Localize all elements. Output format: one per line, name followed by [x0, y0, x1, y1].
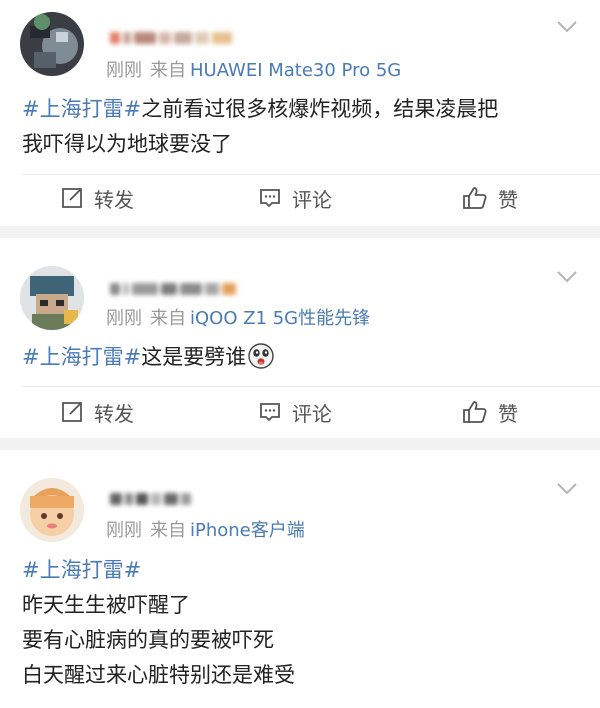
post-meta: 刚刚 来自 iPhone客户端 [106, 516, 305, 542]
repost-icon [62, 188, 82, 208]
post-time: 刚刚 [106, 520, 142, 541]
post-body: 昨天生生被吓醒了 要有心脏病的真的要被吓死 白天醒过来心脏特别还是难受 [22, 593, 295, 687]
thumbs-up-icon [463, 187, 487, 209]
repost-button[interactable]: 转发 [60, 178, 134, 218]
comment-button[interactable]: 评论 [258, 178, 332, 218]
comment-label: 评论 [292, 401, 332, 426]
post-meta: 刚刚 来自 iQOO Z1 5G性能先锋 [106, 304, 370, 330]
post-meta: 刚刚 来自 HUAWEI Mate30 Pro 5G [106, 56, 401, 82]
like-button[interactable]: 赞 [462, 178, 518, 218]
like-button[interactable]: 赞 [462, 392, 518, 432]
chevron-down-icon[interactable] [556, 270, 578, 284]
comment-label: 评论 [292, 187, 332, 212]
avatar[interactable] [20, 12, 84, 76]
username-blurred[interactable] [110, 489, 191, 509]
source-prefix: 来自 [150, 60, 186, 81]
thumbs-up-icon [463, 401, 487, 423]
device-link[interactable]: HUAWEI Mate30 Pro 5G [190, 60, 401, 81]
username-blurred[interactable] [110, 279, 236, 299]
device-link[interactable]: iPhone客户端 [190, 520, 305, 541]
comment-icon [260, 403, 280, 422]
emoji-icon [248, 343, 274, 369]
topic-link[interactable]: #上海打雷# [22, 558, 141, 582]
post-time: 刚刚 [106, 60, 142, 81]
weibo-feed: 刚刚 来自 HUAWEI Mate30 Pro 5G #上海打雷#之前看过很多核爆炸… [0, 0, 600, 708]
device-link[interactable]: iQOO Z1 5G性能先锋 [190, 308, 370, 329]
repost-label: 转发 [94, 401, 134, 426]
topic-link[interactable]: #上海打雷# [22, 97, 141, 121]
topic-link[interactable]: #上海打雷# [22, 345, 141, 369]
post-time: 刚刚 [106, 308, 142, 329]
comment-icon [260, 189, 280, 208]
comment-button[interactable]: 评论 [258, 392, 332, 432]
post-body: 这是要劈谁 [141, 345, 247, 369]
source-prefix: 来自 [150, 308, 186, 329]
avatar[interactable] [20, 266, 84, 330]
like-label: 赞 [498, 401, 518, 426]
divider [22, 386, 600, 387]
post-text: #上海打雷#这是要劈谁 [22, 340, 274, 375]
chevron-down-icon[interactable] [556, 482, 578, 496]
source-prefix: 来自 [150, 520, 186, 541]
chevron-down-icon[interactable] [556, 20, 578, 34]
username-blurred[interactable] [110, 28, 232, 48]
action-bar: 转发 评论 赞 [0, 178, 600, 218]
post-text: #上海打雷# 昨天生生被吓醒了 要有心脏病的真的要被吓死 白天醒过来心脏特别还是… [22, 553, 295, 693]
divider [22, 174, 600, 175]
action-bar: 转发 评论 赞 [0, 392, 600, 432]
repost-label: 转发 [94, 187, 134, 212]
avatar[interactable] [20, 478, 84, 542]
post-text: #上海打雷#之前看过很多核爆炸视频，结果凌晨把 我吓得以为地球要没了 [22, 92, 498, 162]
repost-button[interactable]: 转发 [60, 392, 134, 432]
like-label: 赞 [498, 187, 518, 212]
repost-icon [62, 402, 82, 422]
